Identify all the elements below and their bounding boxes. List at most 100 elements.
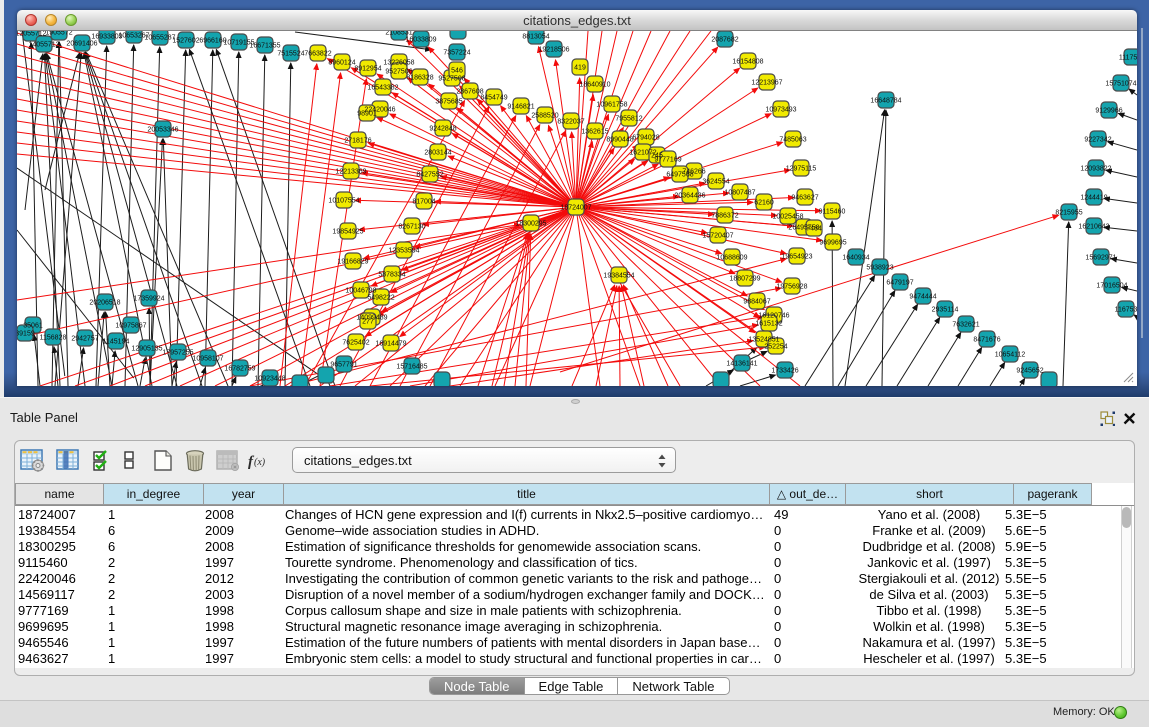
svg-text:9474444: 9474444 [909,294,936,301]
svg-text:9884067: 9884067 [743,299,770,306]
svg-text:7485063: 7485063 [779,137,806,144]
svg-text:15720407: 15720407 [702,233,733,240]
svg-text:8454749: 8454749 [480,95,507,102]
svg-text:17359924: 17359924 [133,296,164,303]
svg-text:12055712: 12055712 [17,31,47,38]
svg-text:10107554: 10107554 [328,198,359,205]
svg-text:7955812: 7955812 [615,116,642,123]
svg-text:5878334: 5878334 [378,272,405,279]
svg-text:9527508: 9527508 [438,76,465,83]
svg-text:8471676: 8471676 [973,337,1000,344]
svg-text:10807487: 10807487 [724,190,755,197]
svg-text:9146821: 9146821 [507,104,534,111]
svg-text:18640910: 18640910 [579,82,610,89]
svg-text:16543382: 16543382 [367,85,398,92]
svg-text:35061: 35061 [23,323,43,330]
svg-text:2935114: 2935114 [932,307,959,314]
svg-text:10025458: 10025458 [772,214,803,221]
svg-text:8813054: 8813054 [522,34,549,41]
svg-text:9245652: 9245652 [1016,368,1043,375]
svg-text:1905572: 1905572 [45,31,72,37]
svg-text:9657791: 9657791 [330,362,357,369]
svg-text:2942757: 2942757 [71,336,98,343]
svg-text:7632621: 7632621 [952,322,979,329]
svg-text:1733426: 1733426 [771,368,798,375]
svg-text:12213967: 12213967 [751,80,782,87]
svg-text:5498222: 5498222 [367,295,394,302]
svg-text:9777169: 9777169 [654,157,681,164]
svg-text:13226058: 13226058 [383,60,414,67]
svg-text:9227342: 9227342 [1084,137,1111,144]
svg-text:15716485: 15716485 [396,364,427,371]
svg-text:8912954: 8912954 [354,66,381,73]
svg-text:12905135: 12905135 [131,346,162,353]
svg-text:116753: 116753 [1115,307,1137,314]
svg-text:10973493: 10973493 [765,107,796,114]
svg-text:1117534: 1117534 [1119,55,1137,62]
svg-text:1615132: 1615132 [755,321,782,328]
svg-text:817004: 817004 [412,199,435,206]
svg-text:7357224: 7357224 [443,50,470,57]
svg-text:19384554: 19384554 [603,273,634,280]
svg-text:1156828: 1156828 [40,335,67,342]
svg-text:2803144: 2803144 [424,150,451,157]
svg-text:(x): (x) [254,457,266,468]
svg-text:62160: 62160 [754,200,774,207]
svg-text:15751074: 15751074 [1105,81,1136,88]
svg-text:16782759: 16782759 [224,366,255,373]
svg-text:19654923: 19654923 [781,254,812,261]
svg-text:16671355: 16671355 [249,43,280,50]
svg-text:1362615: 1362615 [581,129,608,136]
svg-text:18300295: 18300295 [515,221,546,228]
svg-text:3624554: 3624554 [702,179,729,186]
svg-text:17957255: 17957255 [162,350,193,357]
svg-text:419: 419 [574,65,586,72]
svg-text:277: 277 [362,319,374,326]
svg-text:1527602: 1527602 [172,38,199,45]
svg-text:8322037: 8322037 [557,119,584,126]
svg-text:2718176: 2718176 [344,138,371,145]
svg-text:9699695: 9699695 [819,240,846,247]
svg-text:7886372: 7886372 [711,213,738,220]
svg-text:16648784: 16648784 [870,98,901,105]
svg-text:1244419: 1244419 [1080,195,1107,202]
svg-text:17016504: 17016504 [1096,283,1127,290]
svg-text:9463627: 9463627 [791,195,818,202]
svg-text:19854925: 19854925 [332,229,363,236]
svg-text:20364436: 20364436 [674,193,705,200]
svg-text:19756928: 19756928 [776,284,807,291]
svg-text:10923448: 10923448 [254,376,285,383]
svg-text:10046798: 10046798 [345,288,376,295]
svg-text:546: 546 [451,68,463,75]
svg-text:14055712: 14055712 [28,42,59,49]
svg-text:16210643: 16210643 [1078,224,1109,231]
svg-text:19218506: 19218506 [538,47,569,54]
svg-text:8267130: 8267130 [398,224,425,231]
svg-text:16033809: 16033809 [405,37,436,44]
svg-text:7515524: 7515524 [277,51,304,58]
svg-text:39159: 39159 [17,331,35,338]
svg-text:16120746: 16120746 [758,313,789,320]
svg-text:252254: 252254 [764,344,787,351]
svg-text:1145194: 1145194 [103,339,130,346]
svg-text:10655287: 10655287 [144,35,175,42]
svg-text:16914479: 16914479 [375,341,406,348]
svg-text:8186328: 8186328 [406,75,433,82]
svg-text:10688609: 10688609 [716,255,747,262]
svg-text:19166829: 19166829 [337,259,368,266]
svg-text:7663822: 7663822 [304,51,331,58]
svg-text:1640934: 1640934 [842,255,869,262]
svg-text:8960124: 8960124 [328,60,355,67]
svg-text:7464: 7464 [806,226,822,233]
svg-text:12213369: 12213369 [335,169,366,176]
svg-text:20206518: 20206518 [89,300,120,307]
svg-text:18807299: 18807299 [729,276,760,283]
svg-text:12353594: 12353594 [388,248,419,255]
svg-text:8990448: 8990448 [606,137,633,144]
svg-text:16154808: 16154808 [732,59,763,66]
svg-text:15692971: 15692971 [1085,255,1116,262]
svg-text:3875685: 3875685 [435,99,462,106]
svg-text:6794028: 6794028 [632,135,659,142]
svg-text:9115460: 9115460 [819,209,846,216]
svg-text:20053346: 20053346 [147,127,178,134]
